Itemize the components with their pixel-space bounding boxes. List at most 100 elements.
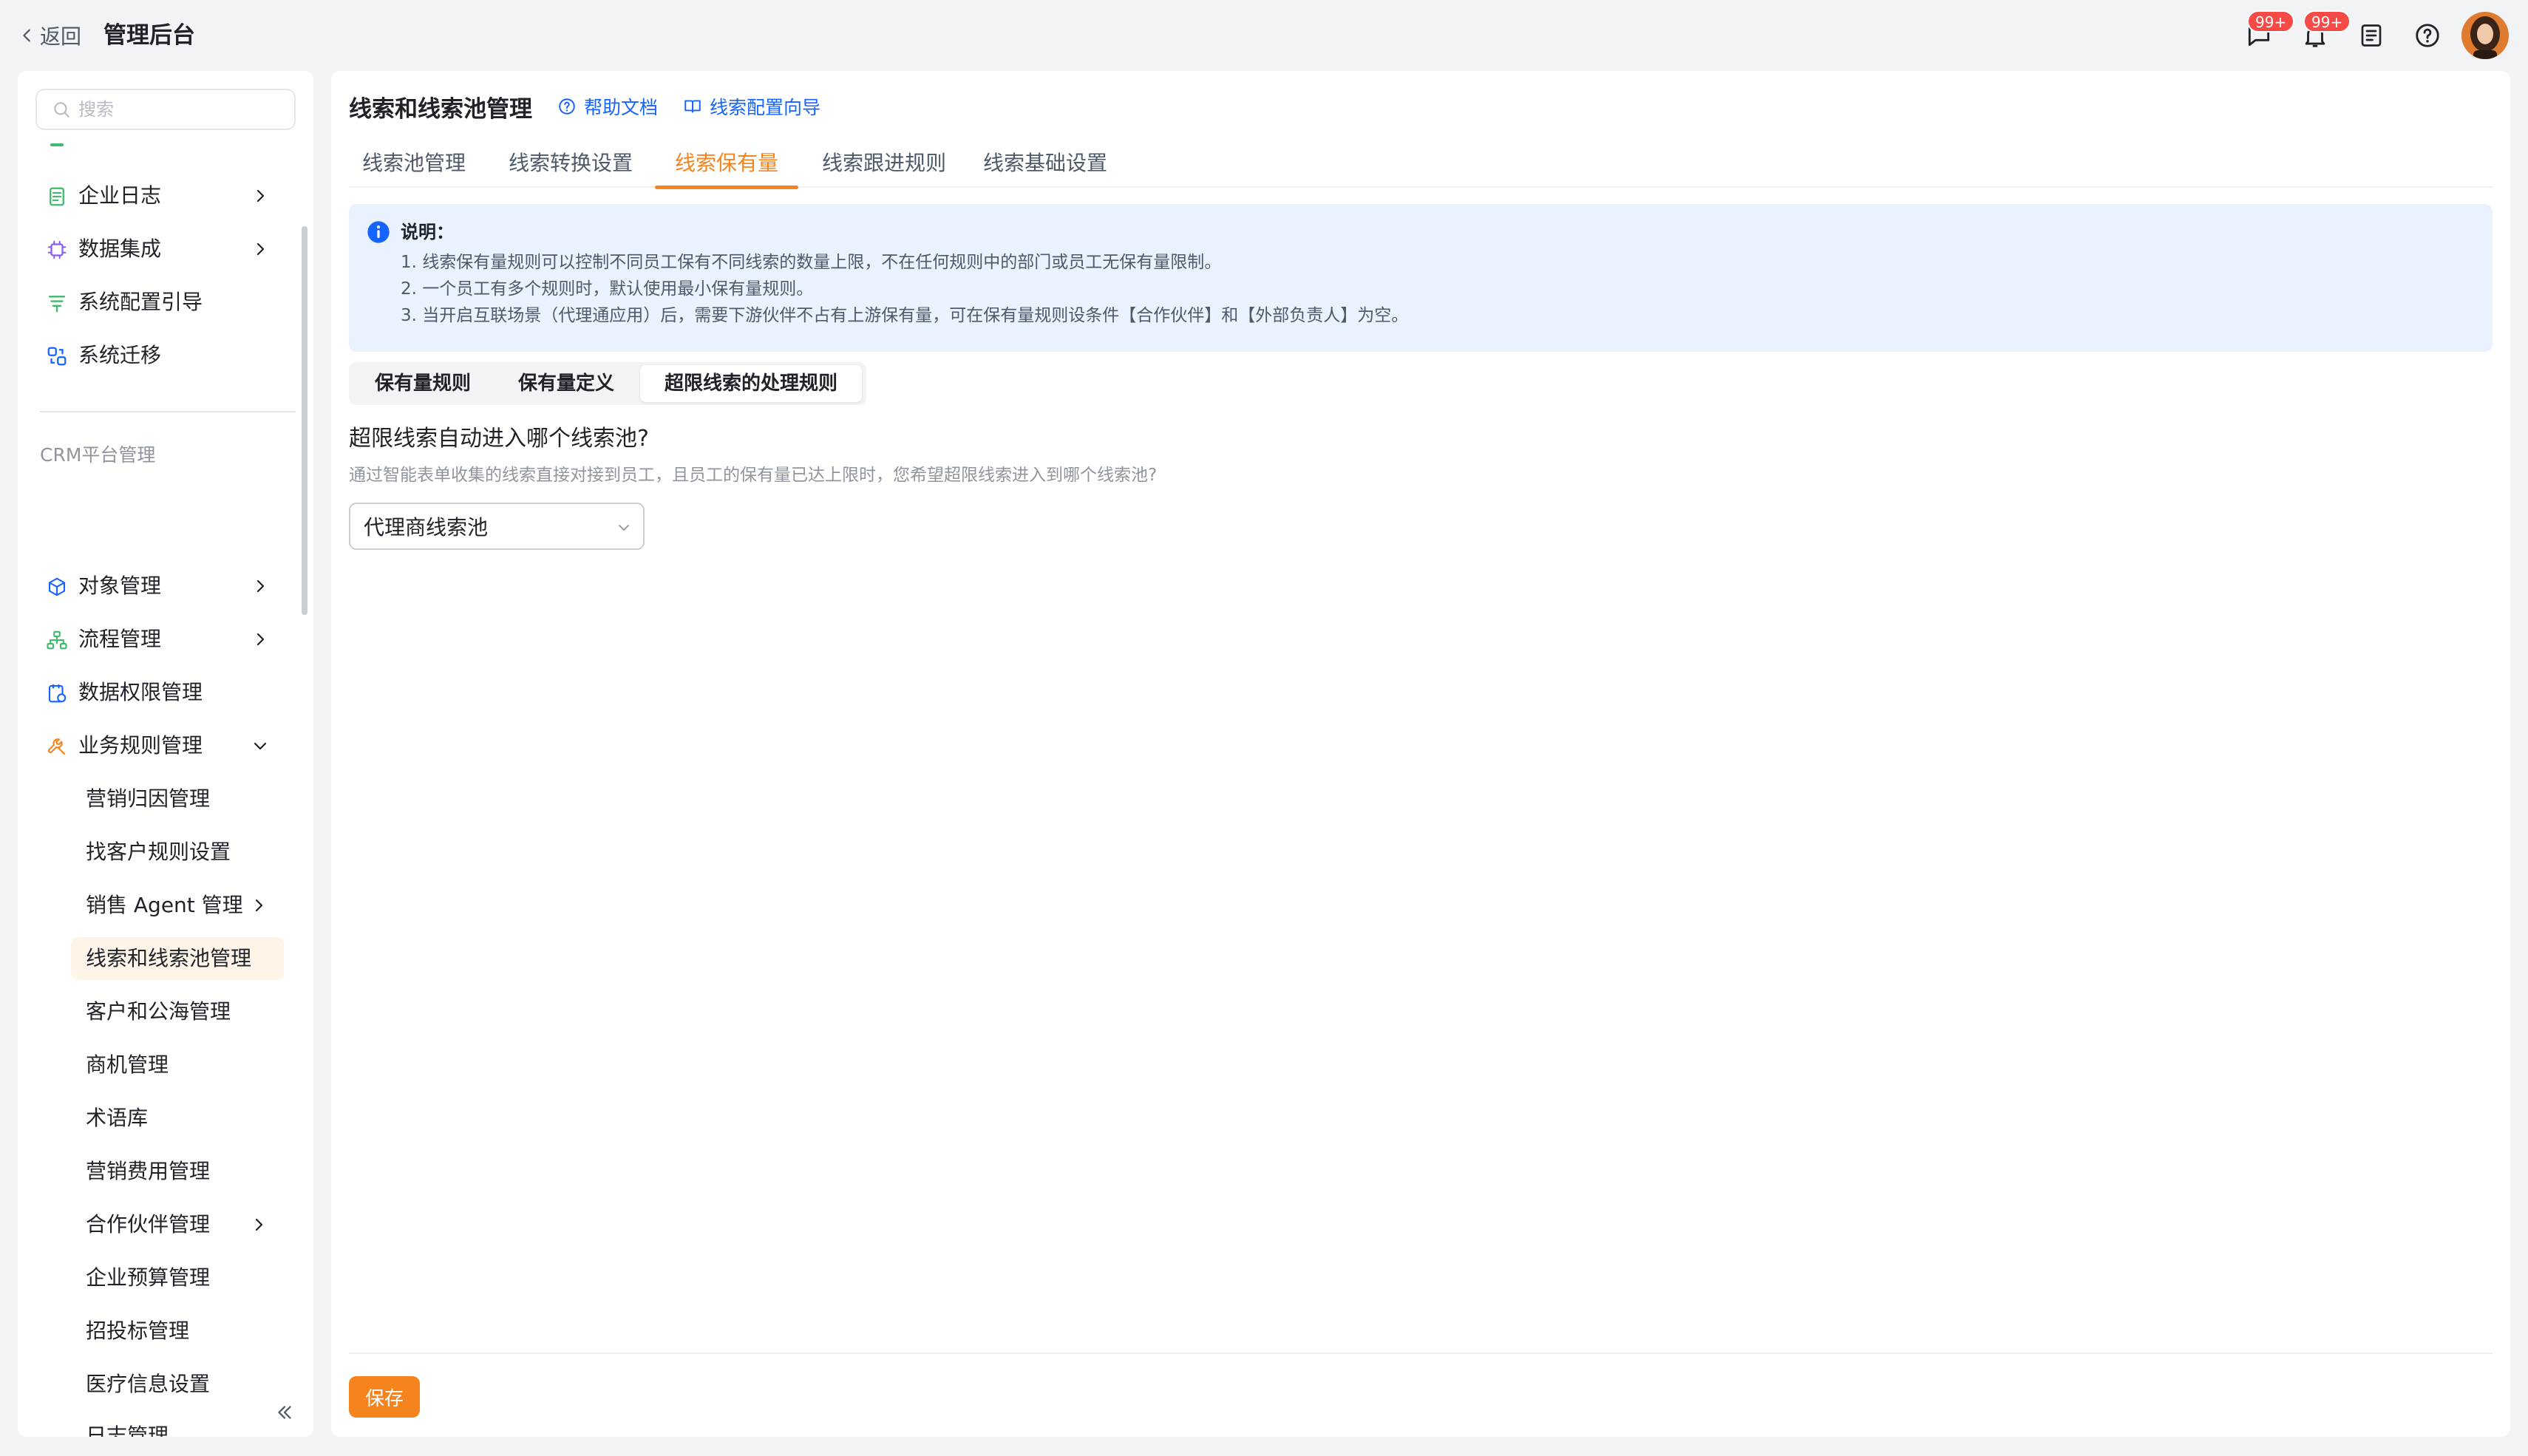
tab-lead-quota[interactable]: 线索保有量 bbox=[655, 142, 798, 189]
footer-divider bbox=[349, 1353, 2493, 1354]
sidebar-item-label: 数据权限管理 bbox=[78, 680, 203, 704]
chat-badge: 99+ bbox=[2247, 10, 2295, 33]
sidebar-item-label: 系统迁移 bbox=[78, 343, 162, 367]
sidebar-subitem-glossary[interactable]: 术语库 bbox=[71, 1097, 284, 1140]
sidebar-item-label: 数据集成 bbox=[78, 237, 162, 261]
chevron-right-icon bbox=[256, 242, 265, 256]
tab-lead-conversion[interactable]: 线索转换设置 bbox=[494, 142, 648, 188]
sidebar-subitem-label: 日志管理 bbox=[86, 1423, 169, 1437]
tab-lead-pool[interactable]: 线索池管理 bbox=[349, 142, 479, 188]
chevron-left-icon bbox=[23, 29, 30, 42]
sidebar-item-enterprise-log[interactable]: 企业日志 bbox=[18, 174, 269, 217]
page-title: 线索和线索池管理 bbox=[349, 95, 532, 123]
sidebar-item-business-rules[interactable]: 业务规则管理 bbox=[18, 724, 269, 767]
config-icon bbox=[48, 296, 66, 313]
select-value: 代理商线索池 bbox=[364, 515, 489, 540]
info-line: 2. 一个员工有多个规则时，默认使用最小保有量规则。 bbox=[401, 279, 814, 299]
sidebar-item-object-management[interactable]: 对象管理 bbox=[18, 565, 269, 608]
help-circle-icon bbox=[559, 98, 575, 115]
help-button[interactable] bbox=[2413, 21, 2442, 50]
sidebar-item-label: 流程管理 bbox=[78, 627, 162, 651]
sidebar-subitem-budget[interactable]: 企业预算管理 bbox=[71, 1256, 284, 1299]
app-title: 管理后台 bbox=[103, 22, 195, 49]
wrench-icon bbox=[47, 738, 66, 755]
sidebar-divider bbox=[40, 411, 296, 412]
todo-button[interactable] bbox=[2357, 21, 2386, 50]
top-bar: 返回 管理后台 99+ 99+ bbox=[0, 0, 2528, 69]
sidebar-subitem-label: 术语库 bbox=[86, 1106, 149, 1130]
document-list-icon bbox=[2361, 24, 2382, 47]
sidebar-subitem-label: 营销费用管理 bbox=[86, 1159, 211, 1183]
sidebar-item-system-migration[interactable]: 系统迁移 bbox=[18, 334, 269, 377]
chevron-down-icon bbox=[254, 742, 267, 750]
subtab-quota-definition[interactable]: 保有量定义 bbox=[497, 365, 636, 402]
chevron-down-icon bbox=[619, 525, 629, 531]
sidebar-subitem-bidding[interactable]: 招投标管理 bbox=[71, 1310, 284, 1353]
sidebar-subitem-log-management[interactable]: 日志管理 bbox=[71, 1415, 284, 1437]
search-input[interactable] bbox=[78, 99, 285, 120]
notification-button[interactable]: 99+ bbox=[2300, 10, 2351, 50]
sidebar-item-system-config-guide[interactable]: 系统配置引导 bbox=[18, 281, 269, 324]
help-doc-link[interactable]: 帮助文档 bbox=[557, 93, 658, 120]
book-icon bbox=[684, 100, 701, 113]
chevron-right-icon bbox=[256, 633, 265, 646]
sidebar-group-label: CRM平台管理 bbox=[40, 444, 156, 466]
sidebar-scrollbar[interactable] bbox=[302, 226, 307, 615]
chevron-right-icon bbox=[255, 899, 263, 912]
guide-link[interactable]: 线索配置向导 bbox=[683, 93, 820, 120]
chevron-right-icon bbox=[256, 579, 265, 593]
sidebar-subitem-find-customer-rules[interactable]: 找客户规则设置 bbox=[71, 831, 284, 874]
sidebar-item-data-permission[interactable]: 数据权限管理 bbox=[18, 671, 269, 714]
info-line: 3. 当开启互联场景（代理通应用）后，需要下游伙伴不占有上游保有量，可在保有量规… bbox=[401, 306, 1409, 325]
back-button[interactable]: 返回 bbox=[19, 21, 81, 50]
sub-tab-group: 保有量规则 保有量定义 超限线索的处理规则 bbox=[349, 362, 866, 405]
help-doc-label: 帮助文档 bbox=[584, 97, 659, 118]
clipped-item-icon bbox=[50, 143, 64, 146]
sidebar-subitem-sales-agent[interactable]: 销售 Agent 管理 bbox=[71, 884, 268, 927]
sidebar-subitem-medical-info[interactable]: 医疗信息设置 bbox=[71, 1363, 284, 1406]
flow-icon bbox=[47, 630, 67, 650]
tab-lead-basic[interactable]: 线索基础设置 bbox=[968, 142, 1122, 188]
sidebar-subitem-label: 找客户规则设置 bbox=[86, 840, 231, 864]
chip-icon bbox=[47, 240, 67, 259]
sidebar-item-data-integration[interactable]: 数据集成 bbox=[18, 228, 269, 271]
sidebar-subitem-partner[interactable]: 合作伙伴管理 bbox=[71, 1203, 268, 1246]
sidebar-item-flow-management[interactable]: 流程管理 bbox=[18, 618, 269, 661]
info-line: 1. 线索保有量规则可以控制不同员工保有不同线索的数量上限，不在任何规则中的部门… bbox=[401, 253, 1222, 272]
sidebar: 企业日志 数据集成 系统配置引导 系统迁移 CRM平台管理 对象管理 流程管理 … bbox=[18, 71, 313, 1437]
sidebar-subitem-customer-pool[interactable]: 客户和公海管理 bbox=[71, 990, 284, 1033]
chat-button[interactable]: 99+ bbox=[2244, 10, 2295, 50]
sidebar-subitem-label: 医疗信息设置 bbox=[86, 1372, 211, 1396]
search-icon bbox=[54, 102, 69, 118]
subtab-quota-rules[interactable]: 保有量规则 bbox=[353, 365, 492, 402]
sidebar-item-label: 企业日志 bbox=[78, 183, 162, 208]
tab-bar: 线索池管理 线索转换设置 线索保有量 线索跟进规则 线索基础设置 bbox=[349, 142, 2493, 189]
subtab-overlimit-rules[interactable]: 超限线索的处理规则 bbox=[640, 365, 862, 402]
save-button[interactable]: 保存 bbox=[349, 1376, 420, 1418]
sidebar-item-label: 业务规则管理 bbox=[78, 733, 203, 758]
chevron-right-icon bbox=[255, 1218, 263, 1231]
collapse-sidebar-icon[interactable] bbox=[273, 1401, 296, 1423]
sidebar-subitem-label: 招投标管理 bbox=[86, 1319, 190, 1343]
sidebar-subitem-label: 客户和公海管理 bbox=[86, 999, 231, 1024]
sidebar-search[interactable] bbox=[35, 89, 296, 130]
sidebar-subitem-marketing-expense[interactable]: 营销费用管理 bbox=[71, 1150, 284, 1193]
sidebar-subitem-opportunity[interactable]: 商机管理 bbox=[71, 1044, 284, 1086]
sidebar-subitem-leads-pool[interactable]: 线索和线索池管理 bbox=[71, 937, 284, 980]
user-avatar[interactable] bbox=[2461, 12, 2509, 59]
avatar-icon bbox=[2461, 12, 2509, 59]
permission-icon bbox=[48, 684, 67, 703]
lead-pool-select[interactable]: 代理商线索池 bbox=[349, 503, 645, 550]
sidebar-subitem-label: 销售 Agent 管理 bbox=[86, 893, 243, 917]
notification-badge: 99+ bbox=[2303, 10, 2351, 33]
sidebar-subitem-label: 营销归因管理 bbox=[86, 786, 211, 811]
info-title: 说明： bbox=[401, 222, 454, 242]
sidebar-subitem-marketing-attribution[interactable]: 营销归因管理 bbox=[71, 778, 284, 820]
guide-label: 线索配置向导 bbox=[710, 97, 821, 118]
help-icon bbox=[2416, 24, 2439, 47]
tab-lead-followup[interactable]: 线索跟进规则 bbox=[807, 142, 961, 188]
back-label: 返回 bbox=[40, 24, 82, 49]
migrate-icon bbox=[47, 347, 67, 366]
cube-icon bbox=[48, 577, 66, 596]
info-icon bbox=[367, 221, 390, 243]
